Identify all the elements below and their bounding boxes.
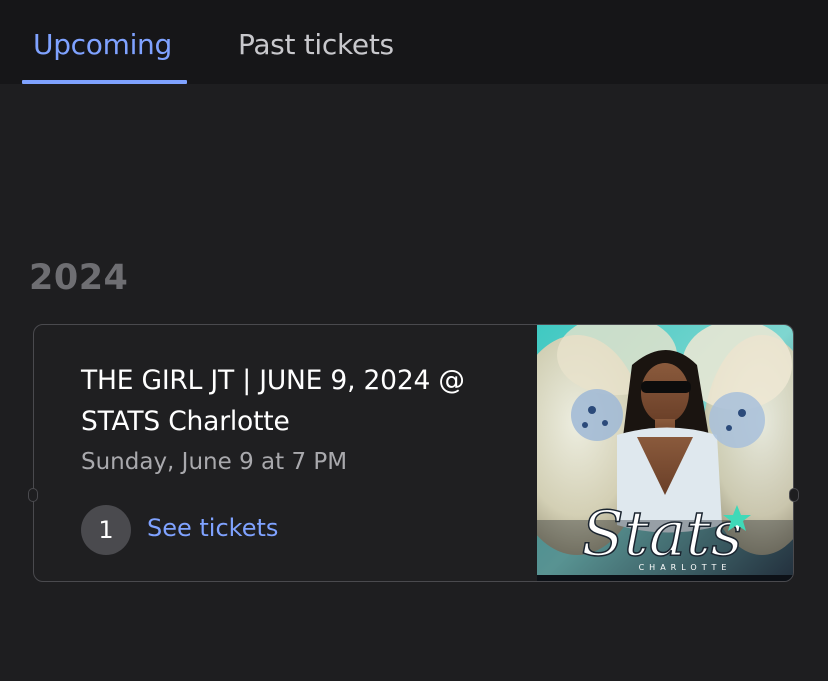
ticket-notch-left [28, 488, 38, 502]
see-tickets-link[interactable]: See tickets [147, 514, 278, 542]
event-flyer-art: Stats CHARLOTTE [537, 325, 793, 581]
tab-past-tickets[interactable]: Past tickets [238, 28, 394, 61]
event-date: Sunday, June 9 at 7 PM [81, 449, 348, 475]
ticket-card[interactable]: THE GIRL JT | JUNE 9, 2024 @ STATS Charl… [33, 324, 794, 582]
event-flyer-image[interactable]: Stats CHARLOTTE [537, 325, 793, 581]
svg-text:Stats: Stats [581, 497, 742, 570]
ticket-quantity-badge: 1 [81, 505, 131, 555]
ticket-notch-right [789, 488, 799, 502]
svg-text:CHARLOTTE: CHARLOTTE [639, 563, 732, 572]
active-tab-indicator [22, 80, 187, 84]
tab-upcoming[interactable]: Upcoming [33, 28, 172, 61]
event-title[interactable]: THE GIRL JT | JUNE 9, 2024 @ STATS Charl… [81, 360, 521, 442]
tab-bar: Upcoming Past tickets [0, 0, 828, 84]
year-heading: 2024 [29, 258, 129, 298]
